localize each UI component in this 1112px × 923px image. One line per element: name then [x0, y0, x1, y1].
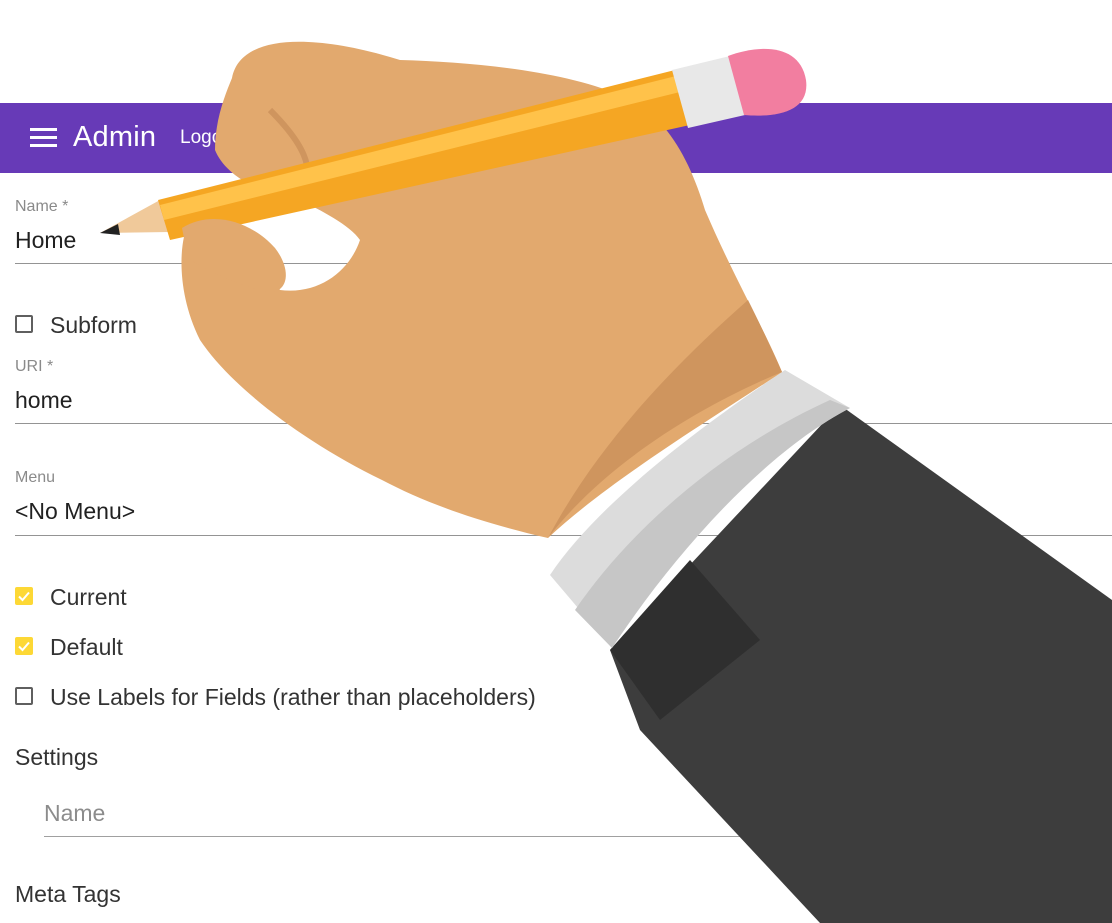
- menu-icon[interactable]: [30, 126, 58, 150]
- name-field-label: Name *: [15, 198, 69, 215]
- settings-name-underline: [44, 836, 747, 837]
- default-checkbox[interactable]: Default: [15, 634, 215, 662]
- uri-field-label: URI *: [15, 358, 54, 375]
- name-field: Name * Home: [15, 197, 1112, 264]
- page: Admin Logo Name * Home Subform URI * hom…: [0, 0, 1112, 923]
- subform-checkbox[interactable]: Subform: [15, 312, 215, 340]
- menu-field-underline: [15, 535, 1112, 536]
- current-checkbox-label: Current: [50, 584, 127, 610]
- check-icon: [18, 591, 30, 602]
- current-checkbox-box[interactable]: [15, 587, 33, 605]
- app-bar: Admin Logo: [0, 103, 1112, 173]
- settings-name-field: [44, 795, 747, 837]
- sleeve-shadow: [610, 560, 760, 720]
- app-title: Admin: [73, 121, 157, 153]
- default-checkbox-box[interactable]: [15, 637, 33, 655]
- settings-heading: Settings: [15, 744, 99, 770]
- uri-input[interactable]: home: [15, 386, 1112, 414]
- check-icon: [18, 641, 30, 652]
- subform-checkbox-box[interactable]: [15, 315, 33, 333]
- uri-field-underline: [15, 423, 1112, 424]
- name-field-underline: [15, 263, 1112, 264]
- use-labels-checkbox-label: Use Labels for Fields (rather than place…: [50, 684, 536, 710]
- default-checkbox-label: Default: [50, 634, 123, 660]
- name-input[interactable]: Home: [15, 226, 1112, 254]
- settings-name-input[interactable]: [44, 795, 747, 831]
- menu-field-label: Menu: [15, 469, 56, 486]
- use-labels-checkbox[interactable]: Use Labels for Fields (rather than place…: [15, 684, 575, 712]
- logout-link[interactable]: Logo: [180, 125, 222, 151]
- current-checkbox[interactable]: Current: [15, 584, 215, 612]
- menu-field: Menu <No Menu>: [15, 468, 1112, 536]
- uri-field: URI * home: [15, 357, 1112, 424]
- subform-checkbox-label: Subform: [50, 312, 137, 338]
- menu-select[interactable]: <No Menu>: [15, 497, 1112, 525]
- meta-tags-heading: Meta Tags: [15, 881, 121, 907]
- use-labels-checkbox-box[interactable]: [15, 687, 33, 705]
